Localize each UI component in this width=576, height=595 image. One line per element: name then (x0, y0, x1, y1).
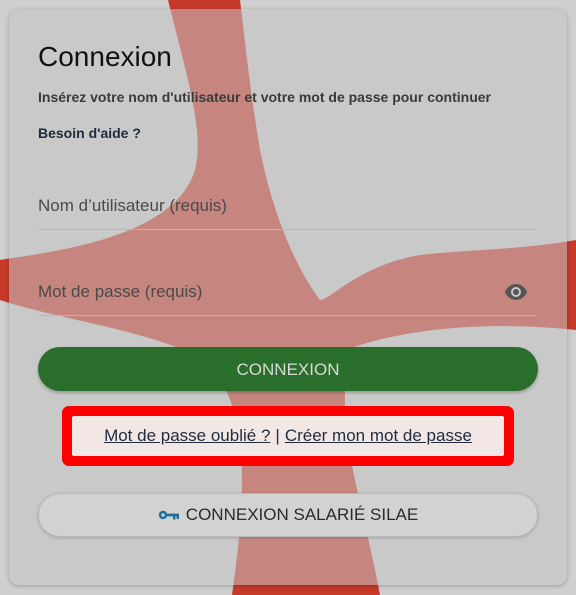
key-icon (158, 510, 179, 520)
password-links: Mot de passe oublié ? | Créer mon mot de… (72, 416, 504, 456)
username-placeholder: Nom d’utilisateur (requis) (38, 196, 227, 215)
link-separator: | (275, 426, 280, 445)
login-card: Connexion Insérez votre nom d'utilisateu… (9, 9, 567, 585)
password-field[interactable]: Mot de passe (requis) (38, 275, 536, 316)
forgot-password-link[interactable]: Mot de passe oublié ? (104, 426, 270, 446)
silae-login-button[interactable]: CONNEXION SALARIÉ SILAE (38, 493, 538, 537)
eye-icon[interactable] (504, 283, 528, 301)
page-title: Connexion (38, 41, 172, 72)
login-instructions: Insérez votre nom d'utilisateur et votre… (38, 89, 491, 105)
highlight-box: Mot de passe oublié ? | Créer mon mot de… (62, 406, 514, 466)
username-field[interactable]: Nom d’utilisateur (requis) (38, 189, 536, 230)
login-button[interactable]: CONNEXION (38, 347, 538, 391)
password-placeholder: Mot de passe (requis) (38, 282, 203, 301)
create-password-link[interactable]: Créer mon mot de passe (285, 426, 472, 446)
silae-login-label: CONNEXION SALARIÉ SILAE (185, 505, 419, 524)
help-link[interactable]: Besoin d'aide ? (38, 125, 141, 141)
